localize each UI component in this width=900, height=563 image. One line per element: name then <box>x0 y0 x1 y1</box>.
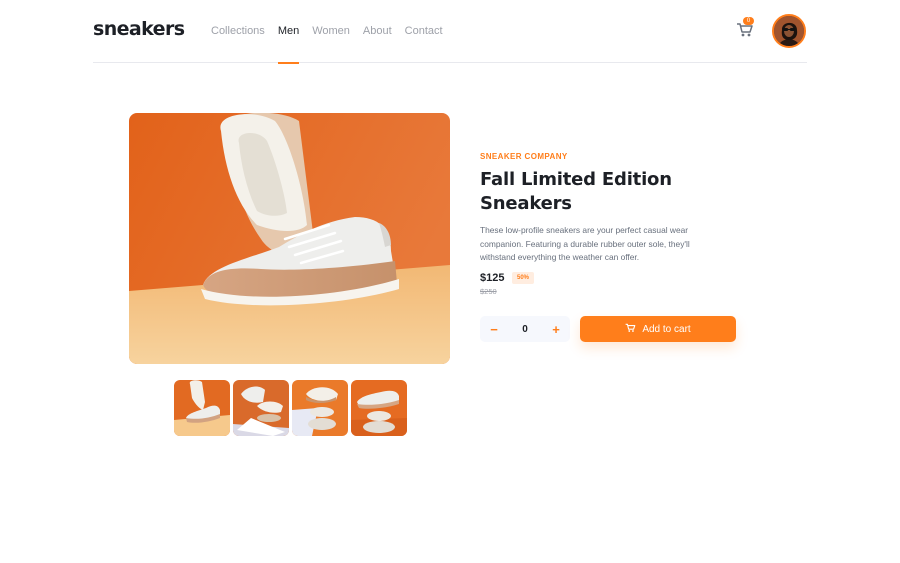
discount-badge: 50% <box>512 272 535 284</box>
increase-quantity-button[interactable]: + <box>550 323 562 336</box>
user-avatar[interactable] <box>772 14 806 48</box>
cart-count-badge: 0 <box>743 17 754 25</box>
product-main-image[interactable] <box>129 113 450 364</box>
product-description: These low-profile sneakers are your perf… <box>480 225 690 262</box>
thumbnail-3[interactable] <box>292 380 348 436</box>
thumbnail-4[interactable] <box>351 380 407 436</box>
nav-item-men[interactable]: Men <box>277 0 300 64</box>
quantity-stepper: − 0 + <box>480 316 570 342</box>
product-title: Fall Limited Edition Sneakers <box>480 169 672 214</box>
current-price: $125 <box>480 272 505 284</box>
company-label: SNEAKER COMPANY <box>480 152 568 161</box>
nav-item-collections[interactable]: Collections <box>211 0 265 63</box>
main-nav: Collections Men Women About Contact <box>211 0 443 64</box>
thumbnail-1[interactable] <box>174 380 230 436</box>
quantity-value: 0 <box>522 323 528 335</box>
cart-icon <box>625 323 636 336</box>
site-header: sneakers Collections Men Women About Con… <box>93 0 807 64</box>
add-to-cart-button[interactable]: Add to cart <box>580 316 736 342</box>
nav-item-contact[interactable]: Contact <box>405 0 443 63</box>
decrease-quantity-button[interactable]: − <box>488 323 500 336</box>
nav-item-about[interactable]: About <box>363 0 392 63</box>
thumbnail-list <box>174 380 407 436</box>
brand-logo[interactable]: sneakers <box>93 18 185 40</box>
add-to-cart-label: Add to cart <box>642 323 691 335</box>
nav-item-women[interactable]: Women <box>312 0 350 63</box>
thumbnail-2[interactable] <box>233 380 289 436</box>
original-price: $250 <box>480 287 497 296</box>
